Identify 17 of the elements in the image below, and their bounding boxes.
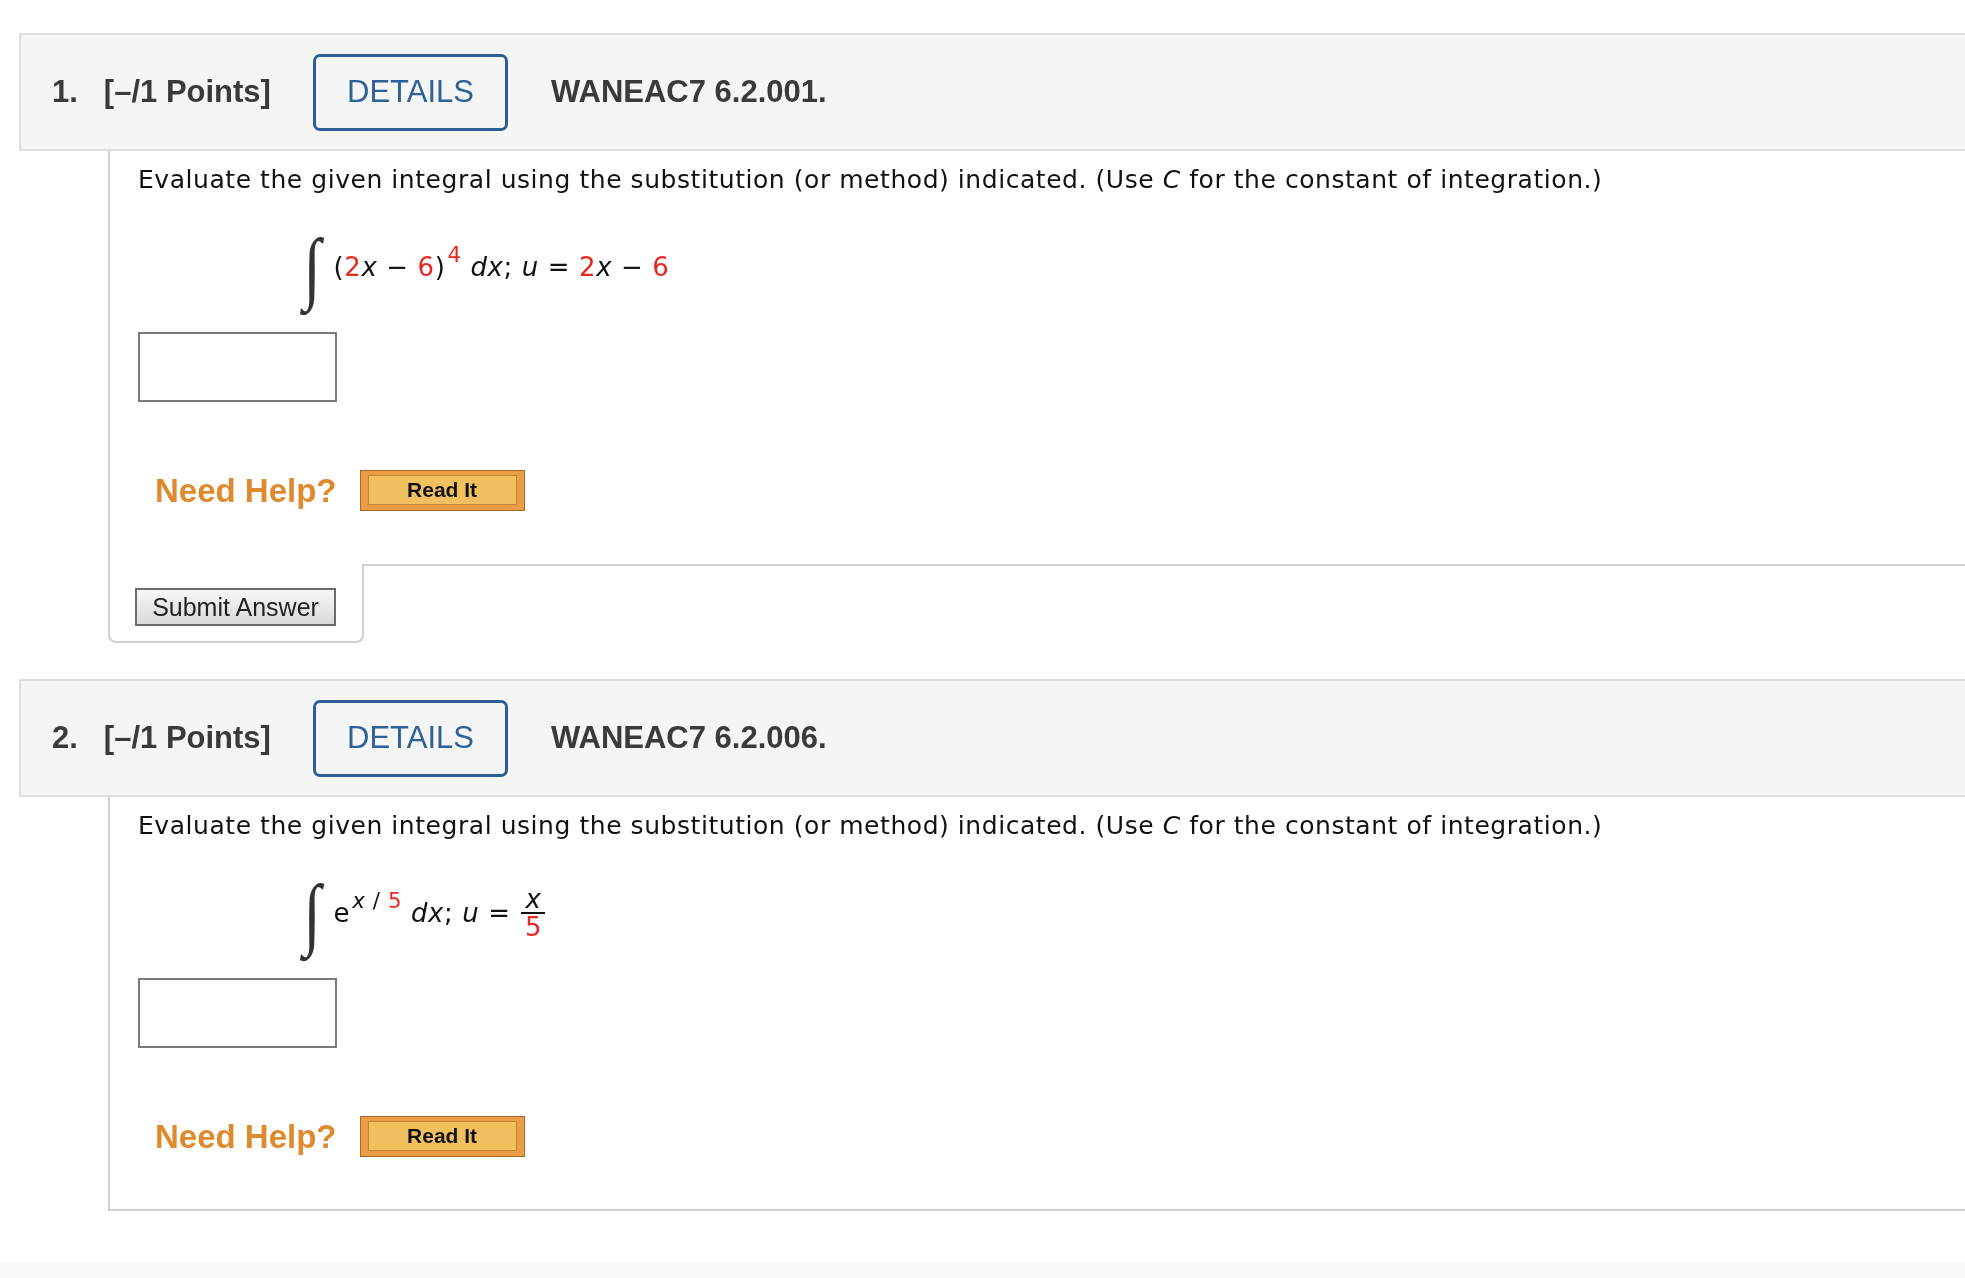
answer-field[interactable] (138, 978, 337, 1048)
details-button[interactable]: DETAILS (312, 699, 508, 777)
need-help-label: Need Help? (155, 471, 337, 510)
answer-field[interactable] (138, 332, 337, 402)
submit-answer-button[interactable]: Submit Answer (135, 588, 336, 626)
points-label: [–/1 Points] (103, 74, 271, 110)
question-number: 1. (52, 74, 78, 110)
question-code: WANEAC7 6.2.001. (550, 74, 827, 110)
details-button[interactable]: DETAILS (312, 53, 508, 131)
read-it-button[interactable]: Read It (359, 470, 525, 511)
points-label: [–/1 Points] (103, 720, 271, 756)
need-help-label: Need Help? (155, 1117, 337, 1156)
question-prompt: Evaluate the given integral using the substitution (or method) indicated. (Use C for the constant of integration.) (138, 810, 1603, 842)
read-it-button[interactable]: Read It (359, 1116, 525, 1157)
question-number: 2. (52, 720, 78, 756)
question-code: WANEAC7 6.2.006. (550, 720, 827, 756)
question-prompt: Evaluate the given integral using the substitution (or method) indicated. (Use C for the constant of integration.) (138, 164, 1603, 196)
